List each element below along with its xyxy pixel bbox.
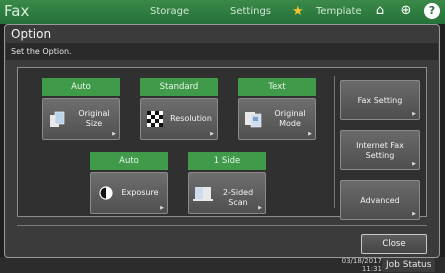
dialog-title: Option: [11, 27, 52, 41]
original-mode-label-line1: Original: [274, 109, 306, 118]
resolution-button[interactable]: Resolution ▶: [140, 98, 218, 140]
original-size-label-line2: Size: [85, 119, 103, 128]
original-size-value: Auto: [42, 78, 120, 96]
arrow-right-icon: ▶: [308, 131, 312, 137]
clock-time: 11:31: [361, 265, 382, 273]
original-mode-icon: [245, 112, 262, 128]
exposure-label: Exposure: [121, 188, 159, 197]
exposure-value: Auto: [90, 152, 168, 170]
panel-divider: [334, 76, 335, 208]
star-icon: ★: [292, 4, 304, 19]
globe-icon[interactable]: ⊕: [398, 3, 414, 19]
original-size-button[interactable]: Original Size ▶: [42, 98, 120, 140]
two-sided-scan-label: 2-Sided Scan: [222, 188, 254, 207]
arrow-right-icon: ▶: [112, 131, 116, 137]
options-panel: Auto Original Size ▶ Standard Resolution…: [17, 67, 427, 220]
resolution-value: Standard: [140, 78, 218, 96]
dialog-instruction: Set the Option.: [6, 43, 438, 60]
app-title: Fax: [4, 2, 30, 20]
tab-template[interactable]: Template: [316, 6, 362, 17]
clock-date: 03/18/2017: [341, 257, 382, 265]
two-sided-scan-button[interactable]: 2-Sided Scan ▶: [188, 172, 266, 214]
tab-settings[interactable]: Settings: [230, 6, 271, 17]
status-bar: 03/18/2017 11:31 Job Status: [0, 257, 445, 273]
arrow-right-icon: ▶: [258, 205, 262, 211]
help-icon[interactable]: ?: [424, 3, 440, 19]
home-icon[interactable]: ⌂: [372, 3, 388, 19]
advanced-label: Advanced: [360, 196, 400, 205]
original-mode-value: Text: [238, 78, 316, 96]
original-size-icon: [50, 111, 65, 127]
internet-fax-setting-label-line2: Setting: [365, 151, 395, 160]
original-mode-button[interactable]: Original Mode ▶: [238, 98, 316, 140]
fax-setting-button[interactable]: Fax Setting ▶: [340, 80, 420, 120]
original-size-label-line1: Original: [78, 109, 110, 118]
two-sided-scan-value: 1 Side: [188, 152, 266, 170]
checkerboard-icon: [147, 111, 163, 127]
option-dialog: Option Set the Option. Auto Original Siz…: [4, 24, 440, 258]
advanced-button[interactable]: Advanced ▶: [340, 180, 420, 220]
resolution-label: Resolution: [170, 114, 212, 123]
footer-divider: [17, 225, 427, 226]
arrow-right-icon: ▶: [160, 205, 164, 211]
clock: 03/18/2017 11:31: [320, 257, 382, 273]
internet-fax-setting-label-line1: Internet Fax: [356, 141, 404, 150]
internet-fax-setting-button[interactable]: Internet Fax Setting ▶: [340, 130, 420, 170]
arrow-right-icon: ▶: [412, 111, 416, 117]
arrow-right-icon: ▶: [210, 131, 214, 137]
fax-setting-label: Fax Setting: [357, 96, 403, 105]
exposure-icon: [99, 186, 113, 200]
close-button[interactable]: Close: [361, 234, 427, 254]
original-mode-label-line2: Mode: [279, 119, 301, 128]
arrow-right-icon: ▶: [412, 161, 416, 167]
exposure-button[interactable]: Exposure ▶: [90, 172, 168, 214]
job-status-button[interactable]: Job Status: [382, 258, 436, 272]
two-sided-scan-icon: [193, 187, 213, 201]
arrow-right-icon: ▶: [412, 211, 416, 217]
app-header-bar: Fax Storage Settings ★ Template ⌂ ⊕ ?: [0, 0, 445, 24]
tab-storage[interactable]: Storage: [150, 6, 189, 17]
